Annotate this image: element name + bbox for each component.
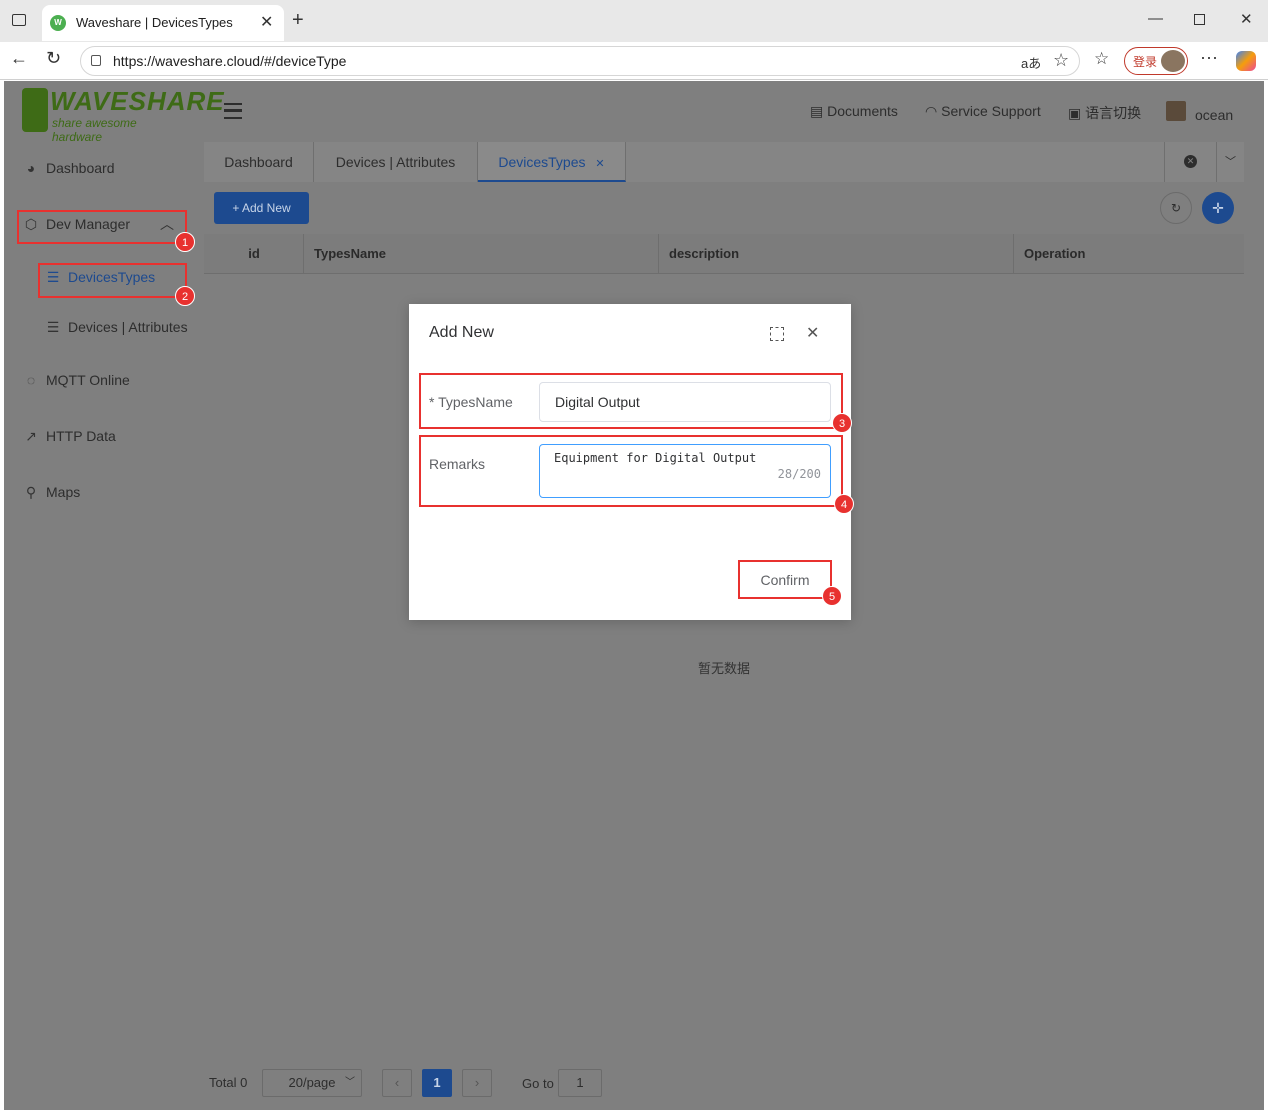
annotation-box-4 bbox=[419, 435, 843, 507]
pie-chart-icon: ◕ bbox=[26, 160, 36, 176]
documents-link[interactable]: ▤ Documents bbox=[810, 103, 898, 120]
annotation-box-2 bbox=[38, 263, 187, 298]
list-icon: ☰ bbox=[46, 319, 60, 335]
dialog-title: Add New bbox=[429, 324, 494, 341]
username[interactable]: ocean bbox=[1195, 107, 1233, 123]
brand-tagline: share awesome hardware bbox=[52, 116, 137, 144]
add-new-button[interactable]: + Add New bbox=[214, 192, 309, 224]
favorite-star-icon[interactable]: ☆ bbox=[1053, 50, 1069, 71]
annotation-box-1 bbox=[17, 210, 187, 244]
login-label: 登录 bbox=[1133, 55, 1158, 69]
document-icon: ▤ bbox=[810, 103, 828, 119]
close-all-tabs-button[interactable]: ✕ bbox=[1164, 142, 1216, 182]
waveshare-logo-icon bbox=[22, 88, 48, 132]
tab-label: DevicesTypes bbox=[498, 154, 586, 170]
url-field[interactable]: https://waveshare.cloud/#/deviceType aあ … bbox=[80, 46, 1080, 76]
language-switch-link[interactable]: ▣ 语言切换 bbox=[1068, 103, 1141, 123]
maximize-icon[interactable] bbox=[1194, 14, 1205, 25]
url-text: https://waveshare.cloud/#/deviceType bbox=[113, 53, 347, 69]
sidebar-item-dashboard[interactable]: ◕ Dashboard bbox=[22, 160, 115, 182]
column-operation[interactable]: Operation bbox=[1013, 234, 1244, 274]
annotation-box-5 bbox=[738, 560, 832, 599]
favorites-icon[interactable]: ☆ bbox=[1094, 49, 1109, 69]
table-empty-text: 暂无数据 bbox=[698, 661, 751, 676]
language-label: 语言切换 bbox=[1085, 105, 1142, 121]
user-avatar[interactable] bbox=[1166, 101, 1186, 121]
hamburger-icon[interactable] bbox=[224, 103, 242, 119]
profile-avatar bbox=[1161, 50, 1185, 72]
refresh-button[interactable]: ↻ bbox=[1160, 192, 1192, 224]
browser-tab[interactable]: W Waveshare | DevicesTypes ✕ bbox=[42, 5, 284, 41]
minimize-icon[interactable]: — bbox=[1148, 10, 1163, 27]
close-tab-icon[interactable]: ✕ bbox=[595, 158, 604, 170]
sidebar-item-devices-attributes[interactable]: ☰ Devices | Attributes bbox=[44, 319, 188, 341]
chat-icon: ◌ bbox=[26, 372, 36, 388]
back-icon[interactable]: ← bbox=[10, 48, 28, 69]
brand-name: WAVESHARE bbox=[50, 86, 225, 116]
refresh-icon[interactable]: ↻ bbox=[46, 48, 61, 69]
pagination: Total 0 20/page ﹀ ‹ 1 › Go to 1 bbox=[204, 1058, 1244, 1108]
fullscreen-icon[interactable] bbox=[770, 327, 784, 341]
goto-label: Go to bbox=[522, 1076, 554, 1091]
columns-button[interactable]: ✛ bbox=[1202, 192, 1234, 224]
close-icon[interactable]: ✕ bbox=[260, 12, 273, 32]
column-id[interactable]: id bbox=[204, 234, 304, 274]
sidebar-item-mqtt-online[interactable]: ◌ MQTT Online bbox=[22, 372, 130, 394]
close-icon[interactable]: ✕ bbox=[806, 323, 819, 343]
favicon-icon: W bbox=[50, 15, 66, 31]
page-1-button[interactable]: 1 bbox=[422, 1069, 452, 1097]
table-header: id TypesName description Operation bbox=[204, 234, 1244, 274]
location-icon: ⚲ bbox=[25, 484, 37, 500]
browser-tab-strip: W Waveshare | DevicesTypes ✕ + — ✕ bbox=[0, 0, 1268, 42]
address-bar-row: ← ↻ https://waveshare.cloud/#/deviceType… bbox=[0, 42, 1268, 80]
next-page-button[interactable]: › bbox=[462, 1069, 492, 1097]
sidebar-item-label: Maps bbox=[46, 484, 81, 500]
goto-input[interactable]: 1 bbox=[558, 1069, 602, 1097]
service-support-label: Service Support bbox=[941, 103, 1041, 119]
translate-icon: ▣ bbox=[1068, 105, 1086, 121]
sidebar-item-label: HTTP Data bbox=[46, 428, 116, 444]
annotation-badge-5: 5 bbox=[822, 586, 842, 606]
tab-actions-icon[interactable] bbox=[12, 14, 26, 26]
tab-devices-attributes[interactable]: Devices | Attributes bbox=[314, 142, 478, 182]
tab-devicestypes[interactable]: DevicesTypes ✕ bbox=[478, 142, 626, 182]
annotation-box-3 bbox=[419, 373, 843, 429]
copilot-icon[interactable] bbox=[1236, 51, 1256, 71]
more-icon[interactable]: ··· bbox=[1200, 47, 1218, 68]
prev-page-button[interactable]: ‹ bbox=[382, 1069, 412, 1097]
tabs-dropdown-icon[interactable]: ﹀ bbox=[1216, 142, 1244, 182]
annotation-badge-1: 1 bbox=[175, 232, 195, 252]
login-button[interactable]: 登录 bbox=[1124, 47, 1188, 75]
page-size-select[interactable]: 20/page ﹀ bbox=[262, 1069, 362, 1097]
annotation-badge-4: 4 bbox=[834, 494, 854, 514]
column-description[interactable]: description bbox=[658, 234, 1013, 274]
page-size-value: 20/page bbox=[288, 1075, 336, 1090]
lock-icon bbox=[91, 55, 101, 66]
annotation-badge-3: 3 bbox=[832, 413, 852, 433]
sidebar-item-label: MQTT Online bbox=[46, 372, 130, 388]
sidebar-item-http-data[interactable]: ↗ HTTP Data bbox=[22, 428, 116, 450]
tab-title: Waveshare | DevicesTypes bbox=[76, 15, 233, 30]
sidebar-item-label: Dashboard bbox=[46, 160, 115, 176]
annotation-badge-2: 2 bbox=[175, 286, 195, 306]
documents-label: Documents bbox=[827, 103, 898, 119]
new-tab-icon[interactable]: + bbox=[292, 10, 304, 30]
close-circle-icon: ✕ bbox=[1184, 155, 1197, 168]
service-support-link[interactable]: ◠ Service Support bbox=[925, 103, 1041, 120]
window-close-icon[interactable]: ✕ bbox=[1240, 10, 1253, 28]
brand-logo: WAVESHARE share awesome hardware bbox=[22, 86, 224, 144]
tab-dashboard[interactable]: Dashboard bbox=[204, 142, 314, 182]
line-chart-icon: ↗ bbox=[25, 428, 37, 444]
sidebar-item-maps[interactable]: ⚲ Maps bbox=[22, 484, 80, 506]
column-typesname[interactable]: TypesName bbox=[303, 234, 658, 274]
sidebar-item-label: Devices | Attributes bbox=[68, 319, 188, 335]
total-count: Total 0 bbox=[209, 1075, 248, 1090]
headset-icon: ◠ bbox=[925, 103, 942, 119]
chevron-down-icon: ﹀ bbox=[345, 1077, 355, 1088]
translate-icon[interactable]: aあ bbox=[1021, 53, 1041, 72]
